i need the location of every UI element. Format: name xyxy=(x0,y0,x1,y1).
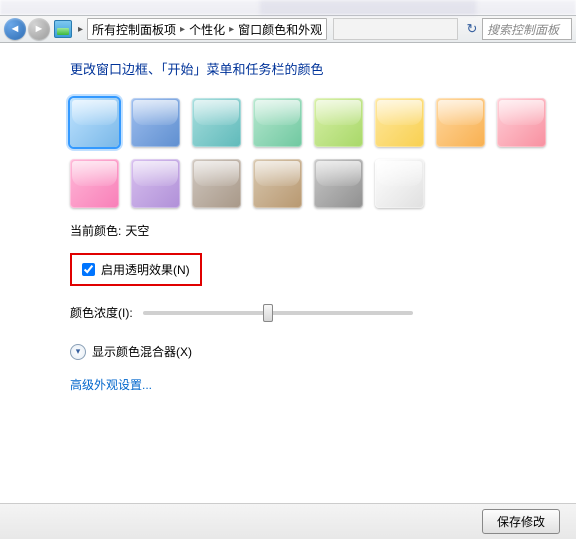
forward-button[interactable]: ► xyxy=(28,18,50,40)
intensity-row: 颜色浓度(I): xyxy=(70,304,558,321)
search-placeholder: 搜索控制面板 xyxy=(487,21,559,38)
back-button[interactable]: ◄ xyxy=(4,18,26,40)
control-panel-icon xyxy=(54,20,72,38)
color-swatch[interactable] xyxy=(192,159,241,208)
advanced-appearance-link[interactable]: 高级外观设置... xyxy=(70,376,558,393)
arrow-right-icon: ► xyxy=(34,23,45,35)
color-swatch[interactable] xyxy=(375,159,424,208)
refresh-icon[interactable]: ↻ xyxy=(464,21,480,37)
color-swatch[interactable] xyxy=(436,98,485,147)
intensity-label: 颜色浓度(I): xyxy=(70,304,133,321)
bottom-bar: 保存修改 xyxy=(0,503,576,539)
transparency-checkbox[interactable] xyxy=(82,263,95,276)
color-swatch[interactable] xyxy=(192,98,241,147)
breadcrumb-level2[interactable]: 窗口颜色和外观 xyxy=(236,21,324,38)
chevron-right-icon: ▸ xyxy=(76,24,85,35)
intensity-slider[interactable] xyxy=(143,311,413,315)
color-swatch[interactable] xyxy=(314,98,363,147)
color-swatch[interactable] xyxy=(253,98,302,147)
content-area: 更改窗口边框、「开始」菜单和任务栏的颜色 当前颜色: 天空 启用透明效果(N) … xyxy=(0,43,576,393)
chevron-down-icon: ▾ xyxy=(70,344,86,360)
address-spacer xyxy=(333,18,458,40)
color-swatch[interactable] xyxy=(131,98,180,147)
transparency-label[interactable]: 启用透明效果(N) xyxy=(101,261,190,278)
transparency-highlight-box: 启用透明效果(N) xyxy=(70,253,202,286)
current-color-value: 天空 xyxy=(125,222,149,239)
address-blur xyxy=(260,0,476,15)
breadcrumb: 所有控制面板项 ▸ 个性化 ▸ 窗口颜色和外观 xyxy=(87,18,327,40)
color-swatch[interactable] xyxy=(253,159,302,208)
color-swatch[interactable] xyxy=(70,98,119,147)
search-input[interactable]: 搜索控制面板 xyxy=(482,18,572,40)
color-swatch[interactable] xyxy=(314,159,363,208)
color-grid xyxy=(70,98,560,208)
page-title: 更改窗口边框、「开始」菜单和任务栏的颜色 xyxy=(70,59,558,78)
color-mixer-expander[interactable]: ▾ 显示颜色混合器(X) xyxy=(70,343,558,360)
color-mixer-label: 显示颜色混合器(X) xyxy=(92,343,192,360)
color-swatch[interactable] xyxy=(131,159,180,208)
color-swatch[interactable] xyxy=(70,159,119,208)
current-color: 当前颜色: 天空 xyxy=(70,222,558,239)
arrow-left-icon: ◄ xyxy=(10,23,21,35)
color-swatch[interactable] xyxy=(375,98,424,147)
slider-thumb[interactable] xyxy=(263,304,273,322)
current-color-label: 当前颜色: xyxy=(70,222,121,239)
breadcrumb-root[interactable]: 所有控制面板项 xyxy=(90,21,178,38)
chevron-right-icon: ▸ xyxy=(178,24,187,35)
breadcrumb-level1[interactable]: 个性化 xyxy=(187,21,227,38)
color-swatch[interactable] xyxy=(497,98,546,147)
chevron-right-icon: ▸ xyxy=(227,24,236,35)
save-button[interactable]: 保存修改 xyxy=(482,509,560,534)
nav-toolbar: ◄ ► ▸ 所有控制面板项 ▸ 个性化 ▸ 窗口颜色和外观 ↻ 搜索控制面板 xyxy=(0,15,576,43)
